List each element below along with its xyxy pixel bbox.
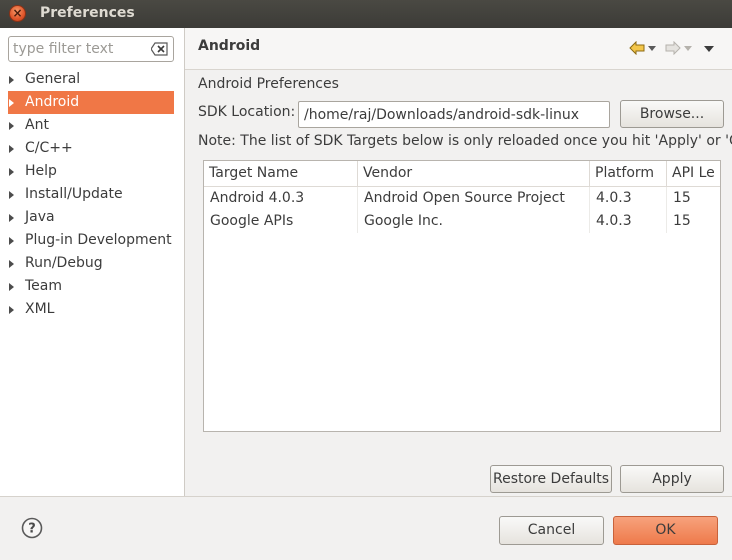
title-bar: × Preferences [0,0,732,28]
expand-arrow-icon[interactable] [9,99,14,107]
tree-item-install-update[interactable]: Install/Update [0,183,184,206]
ok-button[interactable]: OK [613,516,718,545]
view-menu-icon[interactable] [704,46,714,52]
cancel-button[interactable]: Cancel [499,516,604,545]
tree-item-c-cpp[interactable]: C/C++ [0,137,184,160]
sdk-targets-table[interactable]: Target Name Vendor Platform API Le Andro… [203,160,721,432]
restore-defaults-button[interactable]: Restore Defaults [490,465,612,493]
close-window-button[interactable]: × [9,5,26,22]
expand-arrow-icon[interactable] [9,260,14,268]
cell-target-name: Android 4.0.3 [204,187,358,210]
tree-item-android[interactable]: Android [8,91,174,114]
tree-item-ant[interactable]: Ant [0,114,184,137]
help-icon[interactable]: ? [21,517,43,539]
cell-vendor: Google Inc. [358,210,590,233]
expand-arrow-icon[interactable] [9,168,14,176]
cell-platform: 4.0.3 [590,187,667,210]
table-header: Target Name Vendor Platform API Le [204,161,720,187]
tree-item-general[interactable]: General [0,68,184,91]
expand-arrow-icon[interactable] [9,237,14,245]
filter-input[interactable] [13,40,148,58]
tree-item-xml[interactable]: XML [0,298,184,321]
back-arrow-icon[interactable] [629,41,657,55]
footer-divider [0,496,732,497]
filter-box [8,36,174,62]
expand-arrow-icon[interactable] [9,283,14,291]
tree-item-help[interactable]: Help [0,160,184,183]
page-title: Android [198,38,261,54]
expand-arrow-icon[interactable] [9,214,14,222]
tree-item-plugin-development[interactable]: Plug-in Development [0,229,184,252]
column-header-api-level[interactable]: API Le [667,161,720,186]
browse-button[interactable]: Browse... [620,100,724,128]
cell-platform: 4.0.3 [590,210,667,233]
expand-arrow-icon[interactable] [9,306,14,314]
expand-arrow-icon[interactable] [9,122,14,130]
sdk-location-input[interactable] [298,101,610,128]
sdk-note: Note: The list of SDK Targets below is o… [198,133,732,149]
clear-filter-icon[interactable] [151,41,169,57]
preferences-dialog: × Preferences General Android Ant C/C++ … [0,0,732,560]
sdk-location-label: SDK Location: [198,104,296,120]
preferences-tree: General Android Ant C/C++ Help Install/U… [0,68,184,321]
apply-button[interactable]: Apply [620,465,724,493]
tree-item-java[interactable]: Java [0,206,184,229]
cell-vendor: Android Open Source Project [358,187,590,210]
forward-arrow-icon[interactable] [665,41,693,55]
svg-text:?: ? [28,522,36,537]
preferences-tree-panel: General Android Ant C/C++ Help Install/U… [0,28,185,496]
expand-arrow-icon[interactable] [9,191,14,199]
section-label: Android Preferences [198,76,339,92]
table-row[interactable]: Android 4.0.3 Android Open Source Projec… [204,187,720,210]
column-header-platform[interactable]: Platform [590,161,667,186]
window-title: Preferences [40,5,135,21]
cell-target-name: Google APIs [204,210,358,233]
tree-item-team[interactable]: Team [0,275,184,298]
expand-arrow-icon[interactable] [9,76,14,84]
table-row[interactable]: Google APIs Google Inc. 4.0.3 15 [204,210,720,233]
expand-arrow-icon[interactable] [9,145,14,153]
cell-api-level: 15 [673,213,691,229]
page-header: Android [185,28,732,70]
column-header-target-name[interactable]: Target Name [204,161,358,186]
tree-item-run-debug[interactable]: Run/Debug [0,252,184,275]
cell-api-level: 15 [673,190,691,206]
column-header-vendor[interactable]: Vendor [358,161,590,186]
